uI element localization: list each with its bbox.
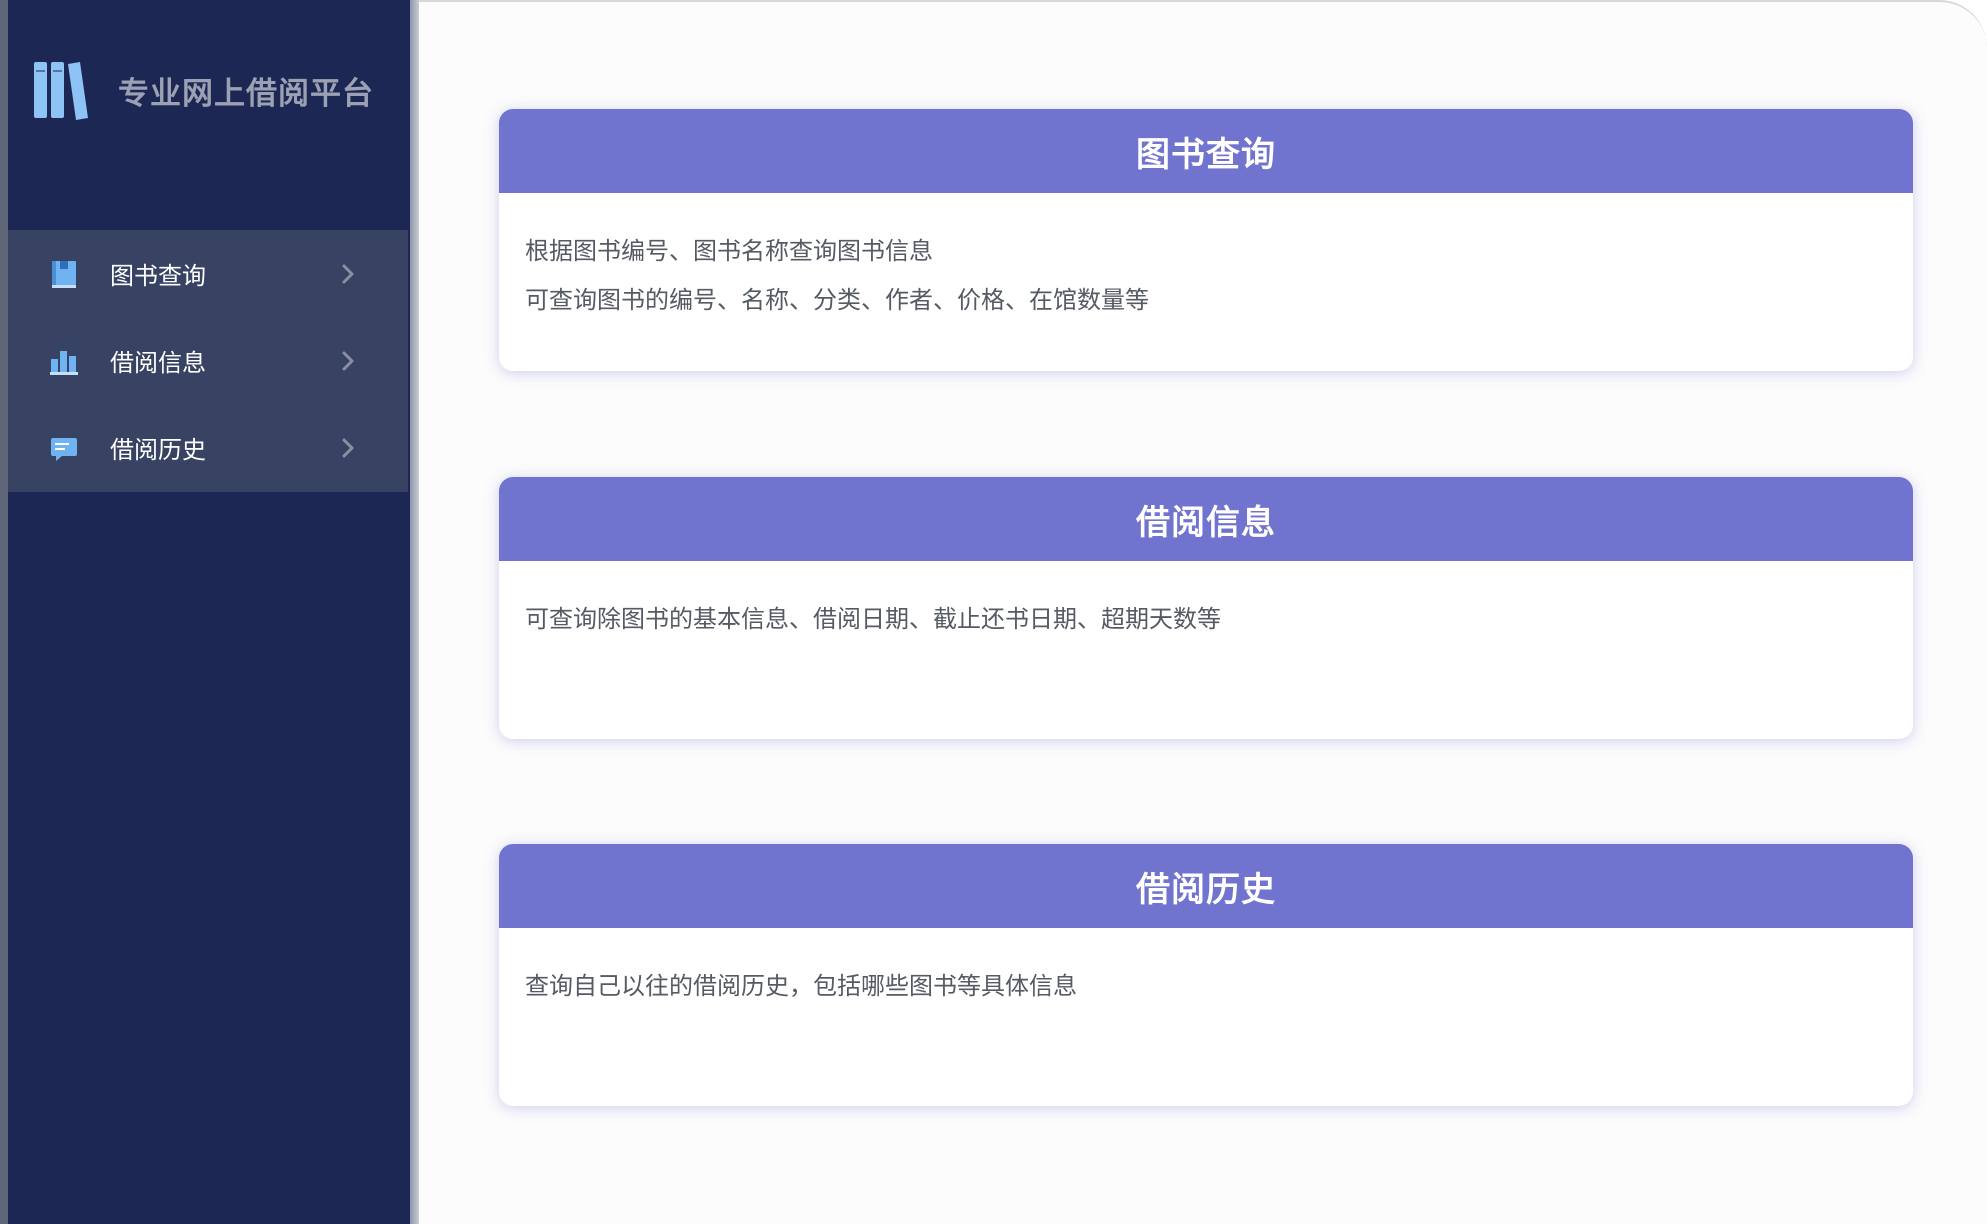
sidebar-item-borrow-history[interactable]: 借阅历史: [8, 404, 408, 491]
sidebar-item-book-query[interactable]: 图书查询: [8, 230, 408, 317]
sidebar-item-label: 借阅信息: [110, 349, 206, 377]
card-header: 借阅信息: [499, 477, 1913, 561]
sidebar-item-label: 借阅历史: [110, 436, 206, 464]
message-icon: [48, 432, 80, 464]
app-window: 专业网上借阅平台 图书查询 借阅信息 借阅历史 图书查询 根据图书编号、图书名称…: [0, 0, 1987, 1224]
card-description: 查询自己以往的借阅历史，包括哪些图书等具体信息: [525, 972, 1077, 1000]
sidebar-divider: [410, 0, 419, 1224]
card-title: 借阅历史: [1136, 869, 1276, 910]
card-body: 可查询除图书的基本信息、借阅日期、截止还书日期、超期天数等: [499, 561, 1913, 644]
card-description: 可查询图书的编号、名称、分类、作者、价格、在馆数量等: [525, 286, 1149, 314]
card-header: 图书查询: [499, 109, 1913, 193]
chevron-right-icon: [342, 438, 354, 457]
card-body: 查询自己以往的借阅历史，包括哪些图书等具体信息: [499, 928, 1913, 1011]
window-left-edge: [0, 0, 8, 1224]
sidebar: 专业网上借阅平台: [8, 0, 410, 1224]
card-body: 根据图书编号、图书名称查询图书信息 可查询图书的编号、名称、分类、作者、价格、在…: [499, 193, 1913, 325]
brand: 专业网上借阅平台: [30, 56, 374, 124]
brand-title: 专业网上借阅平台: [118, 75, 374, 112]
card-description: 根据图书编号、图书名称查询图书信息: [525, 237, 933, 265]
card-header: 借阅历史: [499, 844, 1913, 928]
borrow-info-card[interactable]: 借阅信息 可查询除图书的基本信息、借阅日期、截止还书日期、超期天数等: [499, 477, 1913, 739]
bar-chart-icon: [48, 345, 80, 377]
book-query-card[interactable]: 图书查询 根据图书编号、图书名称查询图书信息 可查询图书的编号、名称、分类、作者…: [499, 109, 1913, 371]
card-title: 借阅信息: [1136, 502, 1276, 543]
card-title: 图书查询: [1136, 134, 1276, 175]
main-content: 图书查询 根据图书编号、图书名称查询图书信息 可查询图书的编号、名称、分类、作者…: [419, 0, 1987, 1224]
sidebar-item-borrow-info[interactable]: 借阅信息: [8, 317, 408, 404]
sidebar-menu: 图书查询 借阅信息 借阅历史: [8, 230, 408, 492]
chevron-right-icon: [342, 264, 354, 283]
borrow-history-card[interactable]: 借阅历史 查询自己以往的借阅历史，包括哪些图书等具体信息: [499, 844, 1913, 1106]
card-description: 可查询除图书的基本信息、借阅日期、截止还书日期、超期天数等: [525, 605, 1221, 633]
chevron-right-icon: [342, 351, 354, 370]
sidebar-item-label: 图书查询: [110, 262, 206, 290]
books-icon: [34, 62, 88, 120]
book-icon: [48, 258, 80, 290]
